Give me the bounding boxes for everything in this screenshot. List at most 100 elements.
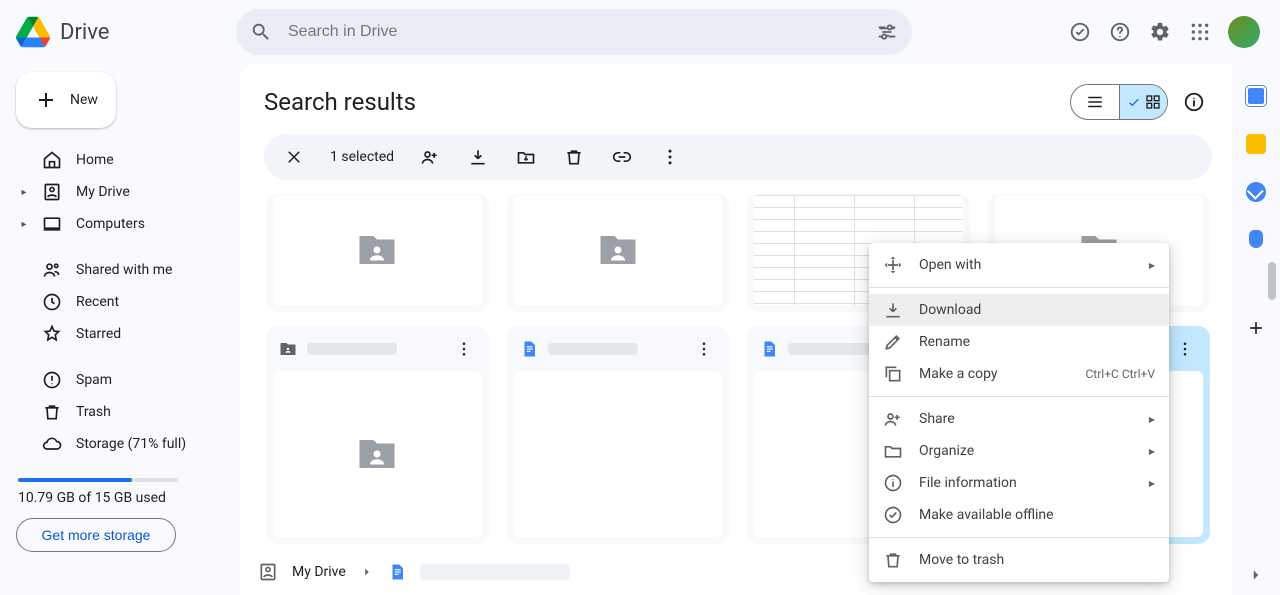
submenu-arrow-icon: ▶ bbox=[1149, 479, 1155, 488]
ctx-file-info[interactable]: File information ▶ bbox=[869, 467, 1169, 499]
nav-home[interactable]: Home bbox=[16, 144, 228, 176]
search-options-icon[interactable] bbox=[876, 21, 898, 43]
search-icon bbox=[250, 21, 272, 43]
nav-starred[interactable]: Starred bbox=[16, 318, 228, 350]
topbar: Drive bbox=[0, 0, 1280, 64]
ctx-make-copy[interactable]: Make a copy Ctrl+C Ctrl+V bbox=[869, 358, 1169, 390]
get-addons-icon[interactable] bbox=[1244, 316, 1268, 340]
breadcrumb-file[interactable] bbox=[420, 564, 570, 580]
link-button[interactable] bbox=[610, 145, 634, 169]
ctx-label: File information bbox=[919, 475, 1017, 491]
nav-label: Spam bbox=[76, 372, 112, 388]
shared-folder-small-icon bbox=[279, 340, 297, 358]
card-more-icon[interactable] bbox=[452, 337, 476, 361]
trash-icon bbox=[883, 550, 903, 570]
file-card[interactable] bbox=[266, 326, 489, 544]
file-card[interactable] bbox=[266, 194, 489, 312]
tasks-app-icon[interactable] bbox=[1246, 182, 1266, 202]
card-more-icon[interactable] bbox=[692, 337, 716, 361]
ctx-open-with[interactable]: Open with▶ bbox=[869, 249, 1169, 281]
submenu-arrow-icon: ▶ bbox=[1149, 415, 1155, 424]
nav-trash[interactable]: Trash bbox=[16, 396, 228, 428]
nav-storage[interactable]: Storage (71% full) bbox=[16, 428, 228, 460]
recent-icon bbox=[42, 292, 62, 312]
nav-recent[interactable]: Recent bbox=[16, 286, 228, 318]
chevron-right-icon bbox=[360, 565, 374, 579]
info-icon bbox=[883, 473, 903, 493]
scrollbar-thumb[interactable] bbox=[1268, 262, 1276, 300]
nav-shared[interactable]: Shared with me bbox=[16, 254, 228, 286]
nav-computers[interactable]: ▸Computers bbox=[16, 208, 228, 240]
ctx-label: Rename bbox=[919, 334, 970, 350]
offline-icon bbox=[883, 505, 903, 525]
selection-toolbar: 1 selected bbox=[264, 134, 1212, 180]
calendar-app-icon[interactable] bbox=[1246, 86, 1266, 106]
download-icon bbox=[883, 300, 903, 320]
delete-button[interactable] bbox=[562, 145, 586, 169]
docs-icon bbox=[520, 340, 538, 358]
contacts-app-icon[interactable] bbox=[1249, 230, 1263, 248]
nav-label: My Drive bbox=[76, 184, 130, 200]
ctx-offline[interactable]: Make available offline bbox=[869, 499, 1169, 531]
cloud-icon bbox=[42, 434, 62, 454]
shared-folder-icon bbox=[593, 229, 643, 271]
sidebar: New Home ▸My Drive ▸Computers Shared wit… bbox=[0, 64, 240, 595]
account-avatar[interactable] bbox=[1228, 16, 1260, 48]
download-button[interactable] bbox=[466, 145, 490, 169]
home-icon bbox=[42, 150, 62, 170]
trash-icon bbox=[42, 402, 62, 422]
ready-offline-icon[interactable] bbox=[1068, 20, 1092, 44]
nav-mydrive[interactable]: ▸My Drive bbox=[16, 176, 228, 208]
hide-side-panel-icon[interactable] bbox=[1244, 563, 1268, 587]
ctx-label: Share bbox=[919, 411, 955, 427]
view-toggle bbox=[1070, 84, 1168, 120]
context-menu: Open with▶ Download Rename Make a copy C… bbox=[869, 243, 1169, 582]
page-title: Search results bbox=[264, 88, 416, 116]
file-card[interactable] bbox=[507, 326, 730, 544]
nav-label: Starred bbox=[76, 326, 121, 342]
grid-icon bbox=[1145, 94, 1161, 110]
help-icon[interactable] bbox=[1108, 20, 1132, 44]
breadcrumb-root[interactable]: My Drive bbox=[292, 564, 346, 580]
get-storage-button[interactable]: Get more storage bbox=[16, 518, 176, 552]
more-button[interactable] bbox=[658, 145, 682, 169]
submenu-arrow-icon: ▶ bbox=[1149, 447, 1155, 456]
ctx-label: Move to trash bbox=[919, 552, 1004, 568]
open-with-icon bbox=[883, 255, 903, 275]
info-icon[interactable] bbox=[1182, 90, 1206, 114]
ctx-trash[interactable]: Move to trash bbox=[869, 544, 1169, 576]
nav-spam[interactable]: Spam bbox=[16, 364, 228, 396]
ctx-label: Organize bbox=[919, 443, 974, 459]
nav-label: Storage (71% full) bbox=[76, 436, 186, 452]
list-view-button[interactable] bbox=[1071, 85, 1119, 119]
file-card[interactable] bbox=[507, 194, 730, 312]
clear-selection-button[interactable] bbox=[282, 145, 306, 169]
top-right-icons bbox=[1068, 16, 1264, 48]
ctx-shortcut: Ctrl+C Ctrl+V bbox=[1086, 367, 1156, 381]
new-button[interactable]: New bbox=[16, 72, 116, 128]
ctx-share[interactable]: Share ▶ bbox=[869, 403, 1169, 435]
grid-view-button[interactable] bbox=[1119, 85, 1167, 119]
product-name: Drive bbox=[60, 20, 109, 45]
storage-bar bbox=[18, 478, 178, 482]
ctx-organize[interactable]: Organize ▶ bbox=[869, 435, 1169, 467]
search-input[interactable] bbox=[286, 22, 862, 42]
settings-icon[interactable] bbox=[1148, 20, 1172, 44]
ctx-download[interactable]: Download bbox=[869, 294, 1169, 326]
nav-label: Shared with me bbox=[76, 262, 172, 278]
mydrive-icon bbox=[42, 182, 62, 202]
ctx-label: Make a copy bbox=[919, 366, 998, 382]
move-button[interactable] bbox=[514, 145, 538, 169]
logo-area[interactable]: Drive bbox=[16, 15, 224, 49]
ctx-rename[interactable]: Rename bbox=[869, 326, 1169, 358]
apps-icon[interactable] bbox=[1188, 20, 1212, 44]
file-title bbox=[788, 343, 878, 355]
ctx-label: Download bbox=[919, 302, 981, 318]
share-button[interactable] bbox=[418, 145, 442, 169]
card-more-icon[interactable] bbox=[1173, 337, 1197, 361]
search-bar[interactable] bbox=[236, 9, 912, 55]
nav-label: Home bbox=[76, 152, 114, 168]
keep-app-icon[interactable] bbox=[1246, 134, 1266, 154]
shared-folder-icon bbox=[352, 229, 402, 271]
mydrive-icon bbox=[258, 562, 278, 582]
